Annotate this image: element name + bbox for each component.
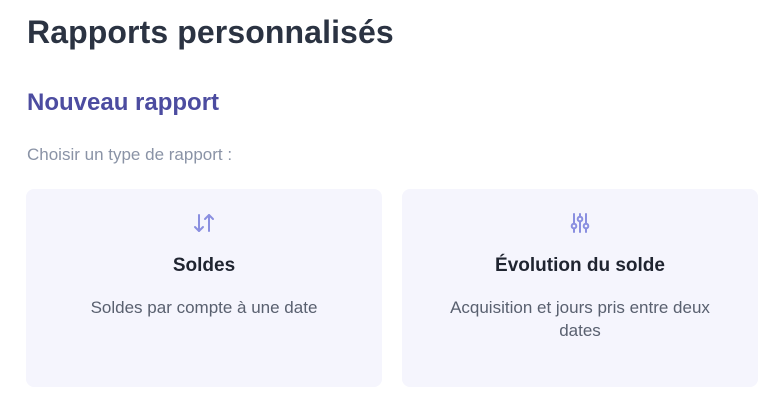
report-card-soldes[interactable]: Soldes Soldes par compte à une date — [26, 189, 382, 387]
sliders-icon — [568, 211, 592, 235]
report-card-title: Évolution du solde — [495, 255, 665, 276]
report-card-description: Acquisition et jours pris entre deux dat… — [450, 298, 710, 340]
report-card-description: Soldes par compte à une date — [90, 298, 318, 317]
page-title: Rapports personnalisés — [27, 14, 394, 50]
sort-arrows-icon — [192, 211, 216, 235]
report-type-prompt: Choisir un type de rapport : — [27, 145, 233, 164]
section-title: Nouveau rapport — [27, 89, 220, 116]
report-card-evolution-solde[interactable]: Évolution du solde Acquisition et jours … — [402, 189, 758, 387]
report-card-title: Soldes — [172, 255, 236, 276]
page: Rapports personnalisés Nouveau rapport C… — [0, 0, 768, 404]
report-type-list: Soldes Soldes par compte à une date Évol… — [26, 189, 758, 387]
